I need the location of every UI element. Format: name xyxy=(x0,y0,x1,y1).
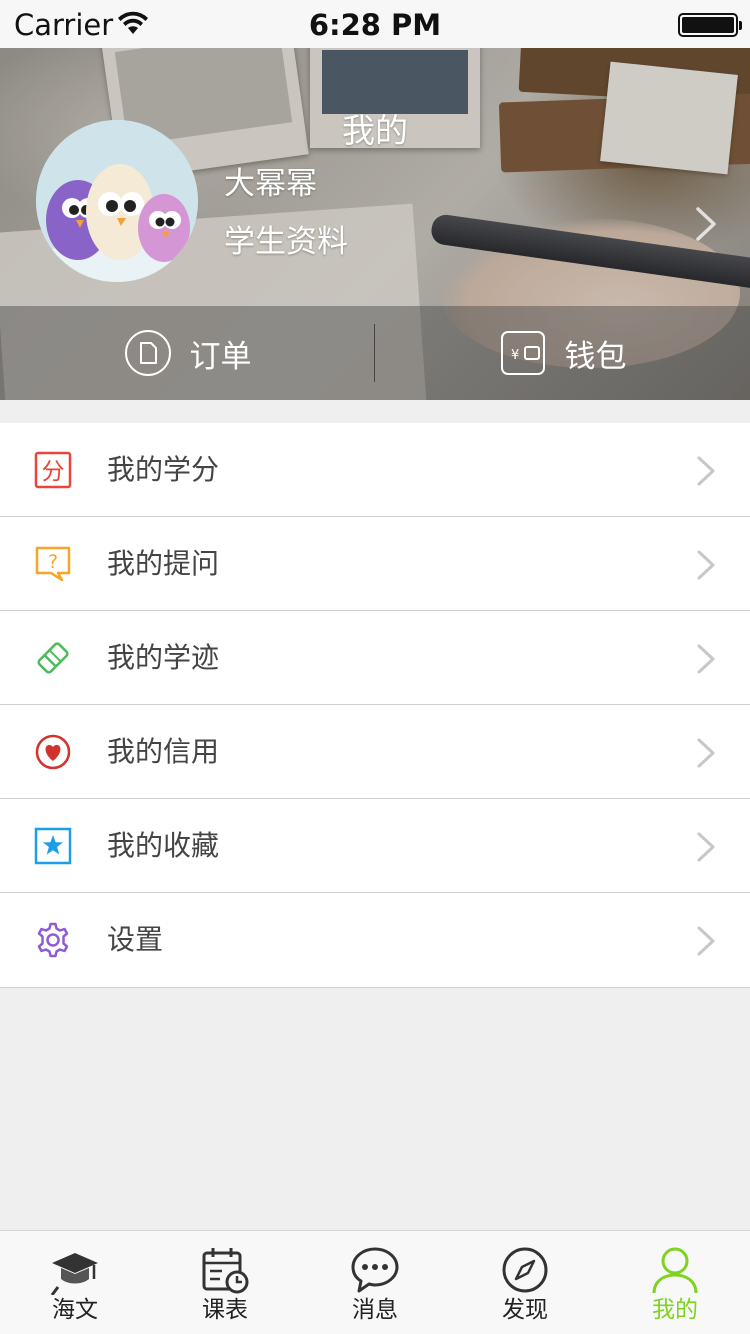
star-icon xyxy=(34,827,72,865)
status-bar: Carrier 6:28 PM xyxy=(0,0,750,48)
tab-label: 课表 xyxy=(202,1297,248,1323)
menu-item-favorites[interactable]: 我的收藏 xyxy=(0,799,750,893)
chevron-right-icon xyxy=(697,456,715,486)
tab-haiwen[interactable]: 海文 xyxy=(0,1231,150,1334)
menu-list: 分 我的学分 ? 我的提问 我的学迹 我的信用 我的收藏 设置 xyxy=(0,423,750,988)
credit-score-icon: 分 xyxy=(34,451,72,489)
chevron-right-icon[interactable] xyxy=(694,206,718,242)
menu-label: 我的学迹 xyxy=(107,641,220,674)
tab-label: 消息 xyxy=(352,1297,398,1323)
tab-label: 发现 xyxy=(502,1297,548,1323)
tab-bar: 海文 课表 消息 发现 我的 xyxy=(0,1230,750,1334)
menu-label: 设置 xyxy=(107,923,164,956)
svg-text:¥: ¥ xyxy=(511,348,519,363)
status-time: 6:28 PM xyxy=(308,8,442,42)
gear-icon xyxy=(37,922,69,958)
heart-icon xyxy=(35,734,71,770)
action-divider xyxy=(374,324,375,382)
battery-icon xyxy=(678,13,742,37)
tab-label: 海文 xyxy=(52,1297,98,1323)
person-icon xyxy=(652,1247,698,1294)
svg-text:分: 分 xyxy=(42,459,65,485)
tab-schedule[interactable]: 课表 xyxy=(150,1231,300,1334)
menu-label: 我的提问 xyxy=(107,547,220,580)
chevron-right-icon xyxy=(697,738,715,768)
profile-header: 我的 大幂幂 学生资料 订单 ¥ 钱包 xyxy=(0,48,750,400)
menu-item-settings[interactable]: 设置 xyxy=(0,893,750,987)
document-icon xyxy=(124,330,171,376)
orders-label: 订单 xyxy=(189,338,252,375)
eraser-icon xyxy=(37,642,69,674)
menu-label: 我的学分 xyxy=(107,453,220,486)
chevron-right-icon xyxy=(697,832,715,862)
student-profile-link[interactable]: 学生资料 xyxy=(224,216,348,261)
menu-item-learning-trail[interactable]: 我的学迹 xyxy=(0,611,750,705)
wallet-label: 钱包 xyxy=(564,338,627,375)
user-name: 大幂幂 xyxy=(224,166,317,202)
tab-discover[interactable]: 发现 xyxy=(450,1231,600,1334)
tab-messages[interactable]: 消息 xyxy=(300,1231,450,1334)
svg-text:?: ? xyxy=(48,551,58,573)
chat-bubble-icon xyxy=(351,1247,399,1293)
chevron-right-icon xyxy=(697,926,715,956)
orders-button[interactable]: 订单 xyxy=(0,306,375,400)
chevron-right-icon xyxy=(697,644,715,674)
question-bubble-icon: ? xyxy=(35,546,71,582)
tab-mine[interactable]: 我的 xyxy=(600,1231,750,1334)
compass-icon xyxy=(502,1247,548,1293)
wallet-button[interactable]: ¥ 钱包 xyxy=(375,306,750,400)
header-action-bar: 订单 ¥ 钱包 xyxy=(0,306,750,400)
page-title: 我的 xyxy=(342,111,408,150)
menu-label: 我的信用 xyxy=(107,735,220,768)
calendar-clock-icon xyxy=(202,1248,249,1294)
graduation-cap-icon xyxy=(50,1253,98,1295)
chevron-right-icon xyxy=(697,550,715,580)
wallet-icon: ¥ xyxy=(500,331,545,375)
menu-item-credits[interactable]: 分 我的学分 xyxy=(0,423,750,517)
menu-label: 我的收藏 xyxy=(107,829,220,862)
menu-item-credit-rating[interactable]: 我的信用 xyxy=(0,705,750,799)
tab-label: 我的 xyxy=(652,1297,698,1323)
menu-item-questions[interactable]: ? 我的提问 xyxy=(0,517,750,611)
